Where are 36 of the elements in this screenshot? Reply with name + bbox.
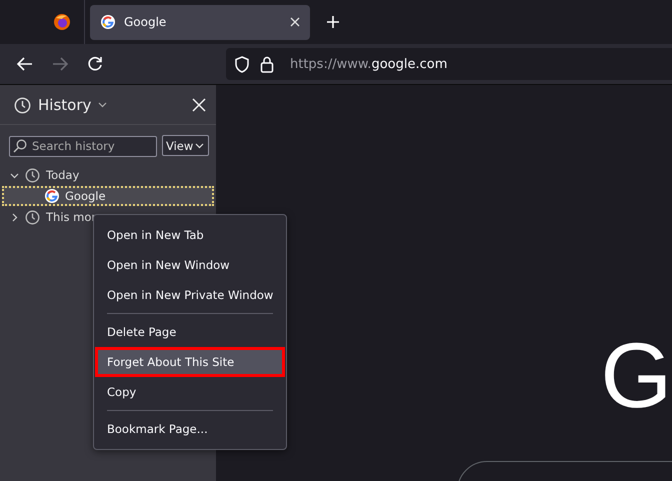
close-icon[interactable] — [290, 17, 300, 27]
menu-item[interactable]: Open in New Private Window — [95, 280, 285, 310]
google-g-icon — [100, 14, 116, 30]
menu-item[interactable]: Forget About This Site — [95, 347, 285, 377]
menu-item[interactable]: Copy — [95, 377, 285, 407]
chevron-down-icon — [195, 142, 204, 148]
entry-title: Google — [65, 189, 106, 203]
lock-icon[interactable] — [260, 56, 274, 72]
menu-item[interactable]: Open in New Tab — [95, 220, 285, 250]
plus-icon[interactable] — [326, 15, 340, 29]
close-icon[interactable] — [192, 98, 206, 112]
view-button[interactable]: View — [162, 135, 209, 156]
google-g-icon — [44, 188, 60, 204]
menu-item[interactable]: Delete Page — [95, 317, 285, 347]
search-icon — [13, 138, 27, 152]
tab-title: Google — [124, 15, 168, 29]
search-field[interactable]: Search history — [9, 136, 157, 156]
menu-item[interactable]: Open in New Window — [95, 250, 285, 280]
chevron-right-icon[interactable] — [10, 212, 19, 222]
clock-icon — [14, 96, 31, 114]
history-group[interactable]: Today — [46, 168, 80, 182]
back-arrow-icon[interactable] — [16, 55, 34, 73]
clock-icon — [25, 168, 40, 182]
browser-tab[interactable]: Google — [90, 4, 310, 40]
sidebar-title[interactable]: History — [38, 96, 92, 114]
reload-icon[interactable] — [86, 55, 104, 73]
address-bar[interactable]: https://www.google.com — [226, 48, 672, 80]
chevron-down-icon[interactable] — [98, 102, 108, 108]
clock-icon — [25, 210, 40, 224]
firefox-logo-icon[interactable] — [53, 13, 71, 31]
menu-item[interactable]: Bookmark Page... — [95, 414, 285, 444]
chevron-down-icon[interactable] — [10, 170, 19, 180]
google-logo-text: G — [600, 330, 672, 422]
shield-icon[interactable] — [234, 56, 250, 72]
history-entry[interactable]: Google — [2, 186, 214, 206]
url-text: https://www.google.com — [290, 56, 448, 72]
